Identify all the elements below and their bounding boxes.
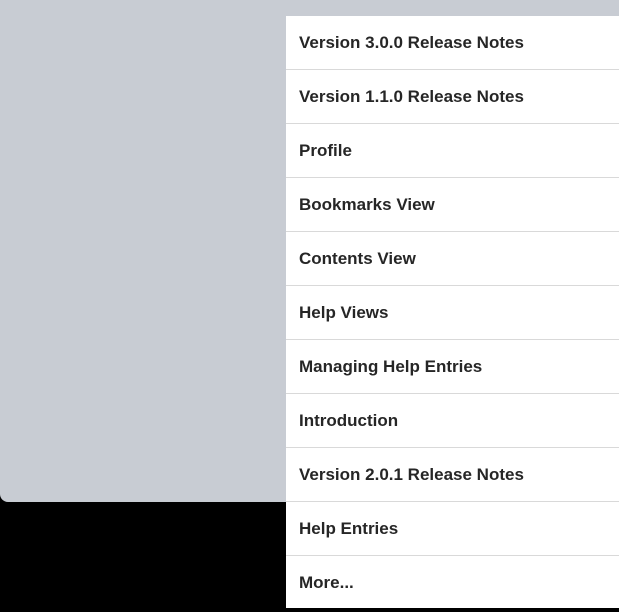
menu-item-version-2-0-1-release-notes[interactable]: Version 2.0.1 Release Notes [286, 448, 619, 502]
menu-item-contents-view[interactable]: Contents View [286, 232, 619, 286]
help-topics-menu: Version 3.0.0 Release Notes Version 1.1.… [286, 16, 619, 608]
menu-item-managing-help-entries[interactable]: Managing Help Entries [286, 340, 619, 394]
menu-item-more[interactable]: More... [286, 556, 619, 608]
menu-item-help-views[interactable]: Help Views [286, 286, 619, 340]
menu-item-help-entries[interactable]: Help Entries [286, 502, 619, 556]
screen: Version 3.0.0 Release Notes Version 1.1.… [0, 0, 619, 612]
menu-item-introduction[interactable]: Introduction [286, 394, 619, 448]
menu-item-version-1-1-0-release-notes[interactable]: Version 1.1.0 Release Notes [286, 70, 619, 124]
menu-item-bookmarks-view[interactable]: Bookmarks View [286, 178, 619, 232]
menu-item-profile[interactable]: Profile [286, 124, 619, 178]
menu-item-version-3-0-0-release-notes[interactable]: Version 3.0.0 Release Notes [286, 16, 619, 70]
